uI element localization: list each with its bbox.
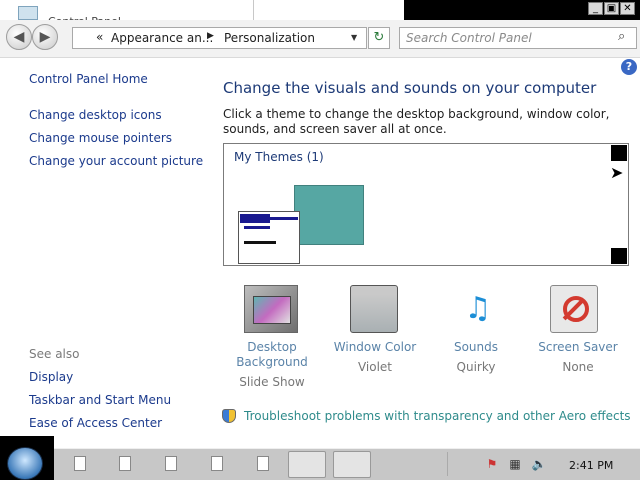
taskbar-app-icon[interactable] bbox=[257, 456, 269, 471]
breadcrumb-arrow-icon[interactable]: ▶ bbox=[207, 31, 214, 41]
sounds-icon[interactable]: ♫ bbox=[451, 285, 505, 333]
sounds-link[interactable]: Sounds bbox=[426, 340, 526, 355]
my-themes-group-label: My Themes (1) bbox=[234, 150, 324, 164]
window-color-link[interactable]: Window Color bbox=[325, 340, 425, 355]
maximize-button[interactable]: ▣ bbox=[604, 2, 619, 15]
desktop-background-icon[interactable] bbox=[244, 285, 298, 333]
control-panel-home-link[interactable]: Control Panel Home bbox=[29, 72, 148, 86]
volume-icon[interactable]: 🔈 bbox=[531, 457, 547, 471]
theme-thumbnail-line bbox=[244, 226, 270, 229]
taskbar-active-app[interactable] bbox=[288, 451, 326, 478]
refresh-button[interactable]: ↻ bbox=[368, 27, 390, 49]
scrollbar-up-region[interactable] bbox=[611, 145, 627, 161]
clock[interactable]: 2:41 PM bbox=[569, 459, 613, 472]
control-panel-icon bbox=[18, 6, 38, 20]
mouse-cursor-icon: ➤ bbox=[610, 163, 624, 182]
taskbar-app-icon[interactable] bbox=[211, 456, 223, 471]
breadcrumb-appearance[interactable]: Appearance an... bbox=[111, 31, 213, 45]
taskbar-control-panel-app[interactable] bbox=[333, 451, 371, 478]
help-icon[interactable]: ? bbox=[621, 59, 637, 75]
breadcrumb-overflow-icon[interactable]: « bbox=[96, 30, 103, 44]
window-color-value: Violet bbox=[357, 360, 393, 374]
minimize-button[interactable]: _ bbox=[588, 2, 603, 15]
taskbar-app-icon[interactable] bbox=[165, 456, 177, 471]
theme-thumbnail-background[interactable] bbox=[294, 185, 364, 245]
screen-saver-icon[interactable] bbox=[550, 285, 598, 333]
page-description: Click a theme to change the desktop back… bbox=[223, 107, 610, 136]
change-desktop-icons-link[interactable]: Change desktop icons bbox=[29, 108, 162, 122]
desktop-background-link[interactable]: Desktop Background bbox=[222, 340, 322, 370]
display-link[interactable]: Display bbox=[29, 370, 73, 384]
start-button[interactable] bbox=[7, 447, 43, 480]
desktop-background-value: Slide Show bbox=[239, 375, 305, 389]
search-placeholder: Search Control Panel bbox=[406, 31, 532, 45]
search-icon[interactable]: ⌕ bbox=[618, 29, 625, 44]
forward-button[interactable]: ▶ bbox=[32, 24, 58, 50]
theme-thumbnail-line bbox=[270, 217, 298, 220]
ease-of-access-link[interactable]: Ease of Access Center bbox=[29, 416, 162, 430]
title-divider bbox=[253, 0, 254, 20]
sounds-value: Quirky bbox=[456, 360, 496, 374]
address-dropdown-icon[interactable]: ▼ bbox=[351, 33, 357, 42]
shield-icon bbox=[222, 409, 236, 423]
page-title: Change the visuals and sounds on your co… bbox=[223, 79, 597, 97]
see-also-heading: See also bbox=[29, 347, 80, 361]
window-color-icon[interactable] bbox=[350, 285, 398, 333]
change-account-picture-link[interactable]: Change your account picture bbox=[29, 154, 203, 168]
back-button[interactable]: ◀ bbox=[6, 24, 32, 50]
screen-saver-link[interactable]: Screen Saver bbox=[528, 340, 628, 355]
action-center-icon[interactable]: ⚑ bbox=[484, 457, 500, 471]
close-button[interactable]: ✕ bbox=[620, 2, 635, 15]
taskbar-start-menu-link[interactable]: Taskbar and Start Menu bbox=[29, 393, 171, 407]
theme-thumbnail-line bbox=[244, 241, 276, 244]
tray-divider bbox=[447, 452, 448, 476]
troubleshoot-aero-link[interactable]: Troubleshoot problems with transparency … bbox=[244, 409, 631, 423]
breadcrumb-personalization[interactable]: Personalization bbox=[224, 31, 315, 45]
taskbar-app-icon[interactable] bbox=[74, 456, 86, 471]
theme-thumbnail-titlebar bbox=[240, 214, 270, 223]
taskbar-app-icon[interactable] bbox=[119, 456, 131, 471]
network-icon[interactable]: ▦ bbox=[507, 457, 523, 471]
change-mouse-pointers-link[interactable]: Change mouse pointers bbox=[29, 131, 172, 145]
screen-saver-value: None bbox=[562, 360, 594, 374]
scrollbar-down-region[interactable] bbox=[611, 248, 627, 264]
